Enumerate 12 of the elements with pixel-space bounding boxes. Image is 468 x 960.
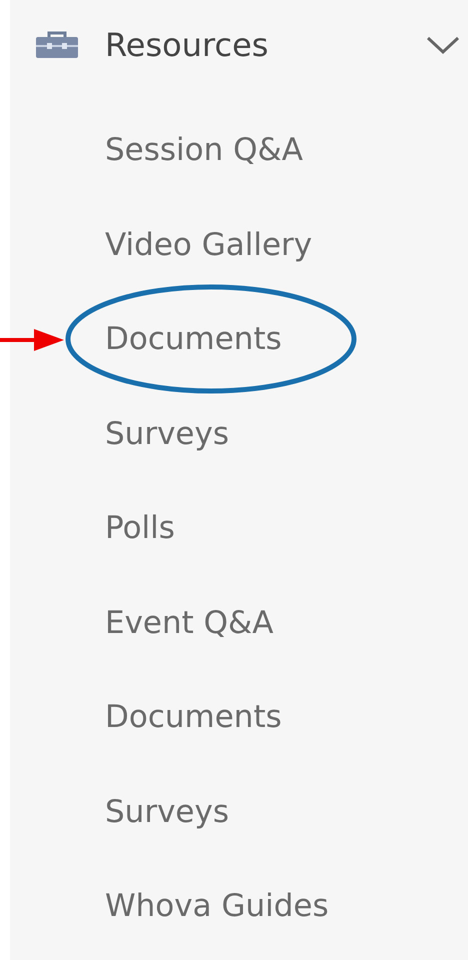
menu-item[interactable]: Whova Guides <box>105 888 329 924</box>
menu-item[interactable]: Video Gallery <box>105 226 312 263</box>
menu-title[interactable]: Resources <box>105 26 426 64</box>
menu-item[interactable]: Surveys <box>105 794 229 830</box>
pointer-arrow <box>0 327 64 353</box>
menu-item[interactable]: Event Q&A <box>105 604 274 641</box>
menu-item[interactable]: Surveys <box>105 416 229 452</box>
menu-item[interactable]: Documents <box>105 699 282 736</box>
menu-item[interactable]: Session Q&A <box>105 132 303 168</box>
menu-item[interactable]: Polls <box>105 510 175 546</box>
chevron-icon[interactable] <box>426 35 460 55</box>
toolbox-icon <box>35 31 79 59</box>
